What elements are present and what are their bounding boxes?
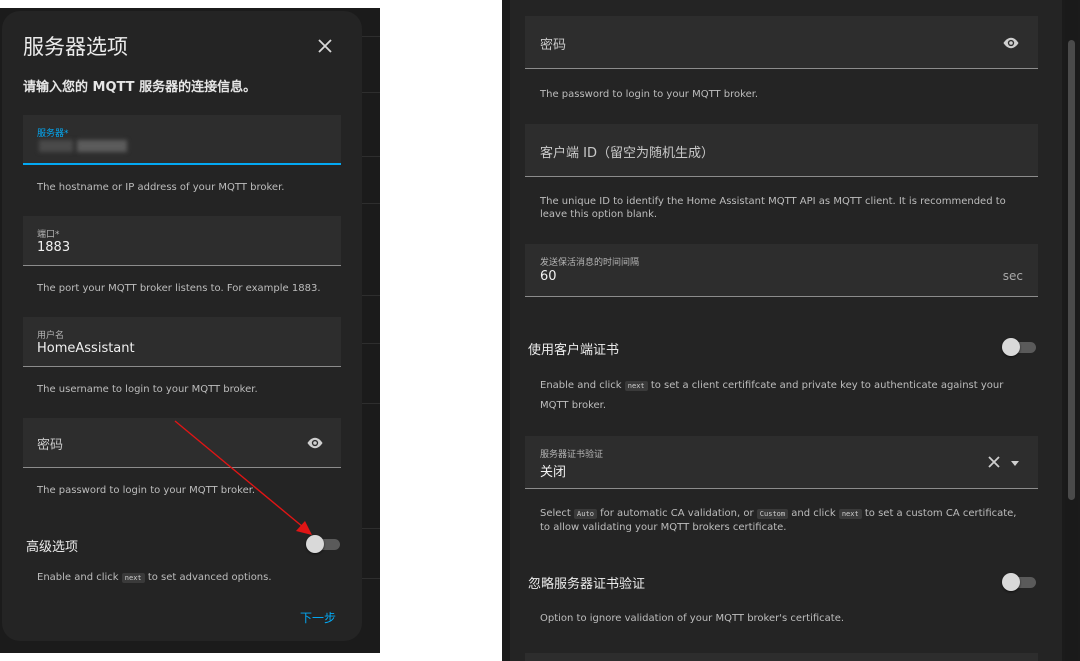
- advanced-options-label: 高级选项: [26, 540, 79, 555]
- broker-field[interactable]: 服务器*: [23, 115, 341, 165]
- helper-text: Enable and click: [540, 380, 622, 391]
- clear-icon[interactable]: [986, 454, 1002, 470]
- custom-keyword: Custom: [756, 509, 789, 519]
- client-cert-helper: Enable and click next to set a client ce…: [540, 376, 1020, 416]
- keepalive-unit: sec: [1002, 269, 1023, 283]
- port-value: 1883: [37, 240, 71, 255]
- next-field-partial: [525, 653, 1038, 661]
- keepalive-label: 发送保活消息的时间间隔: [540, 258, 640, 268]
- advanced-helper: Enable and click next to set advanced op…: [37, 572, 272, 583]
- client-cert-label: 使用客户端证书: [528, 343, 620, 358]
- cert-validation-value: 关闭: [540, 465, 567, 480]
- ignore-cert-toggle[interactable]: [1002, 572, 1036, 592]
- advanced-options-toggle[interactable]: [306, 534, 340, 554]
- password-placeholder: 密码: [37, 438, 64, 453]
- password-helper: The password to login to your MQTT broke…: [37, 485, 256, 496]
- dialog-title: 服务器选项: [23, 35, 128, 59]
- username-field[interactable]: 用户名 HomeAssistant: [23, 317, 341, 367]
- close-icon: [318, 39, 332, 53]
- next-keyword: next: [838, 509, 862, 519]
- next-keyword: next: [121, 573, 145, 583]
- toggle-knob: [1002, 573, 1020, 591]
- redacted-value: [39, 140, 73, 152]
- password-field[interactable]: 密码: [23, 418, 341, 468]
- keepalive-field[interactable]: 发送保活消息的时间间隔 60 sec: [525, 244, 1038, 297]
- port-field[interactable]: 端口* 1883: [23, 216, 341, 266]
- client-id-placeholder: 客户端 ID（留空为随机生成）: [540, 146, 714, 161]
- toggle-knob: [306, 535, 324, 553]
- next-keyword: next: [624, 381, 648, 391]
- client-id-field[interactable]: 客户端 ID（留空为随机生成）: [525, 124, 1038, 177]
- eye-icon[interactable]: [1002, 36, 1020, 50]
- helper-text: and click: [791, 508, 836, 519]
- client-cert-toggle[interactable]: [1002, 337, 1036, 357]
- chevron-down-icon[interactable]: [1008, 458, 1022, 468]
- keepalive-value: 60: [540, 269, 557, 284]
- cert-validation-select[interactable]: 服务器证书验证 关闭: [525, 436, 1038, 489]
- close-button[interactable]: [314, 35, 336, 57]
- client-id-helper: The unique ID to identify the Home Assis…: [540, 196, 1006, 220]
- username-value: HomeAssistant: [37, 341, 135, 356]
- broker-label: 服务器*: [37, 129, 69, 139]
- helper-text: Enable and click: [37, 572, 119, 583]
- redacted-value: [77, 140, 127, 152]
- eye-icon[interactable]: [306, 436, 324, 450]
- password-placeholder: 密码: [540, 38, 567, 53]
- broker-helper: The hostname or IP address of your MQTT …: [37, 182, 285, 193]
- port-helper: The port your MQTT broker listens to. Fo…: [37, 283, 321, 294]
- auto-keyword: Auto: [574, 509, 597, 519]
- port-label: 端口*: [37, 230, 60, 240]
- password-helper-right: The password to login to your MQTT broke…: [540, 89, 759, 100]
- dialog-description: 请输入您的 MQTT 服务器的连接信息。: [23, 80, 257, 95]
- helper-text: Select: [540, 508, 571, 519]
- helper-text: to set advanced options.: [147, 572, 272, 583]
- ignore-cert-helper: Option to ignore validation of your MQTT…: [540, 613, 845, 624]
- server-options-dialog: 服务器选项 请输入您的 MQTT 服务器的连接信息。 服务器* The host…: [2, 11, 362, 641]
- scrollbar[interactable]: [1065, 0, 1078, 661]
- scrollbar-thumb[interactable]: [1068, 40, 1075, 500]
- ignore-cert-label: 忽略服务器证书验证: [528, 577, 646, 592]
- username-helper: The username to login to your MQTT broke…: [37, 384, 258, 395]
- next-button[interactable]: 下一步: [300, 609, 336, 626]
- cert-validation-helper: Select Auto for automatic CA validation,…: [540, 507, 1020, 534]
- cert-validation-label: 服务器证书验证: [540, 450, 604, 460]
- toggle-knob: [1002, 338, 1020, 356]
- helper-text: for automatic CA validation, or: [600, 508, 754, 519]
- password-field-right[interactable]: 密码: [525, 16, 1038, 69]
- username-label: 用户名: [37, 331, 65, 341]
